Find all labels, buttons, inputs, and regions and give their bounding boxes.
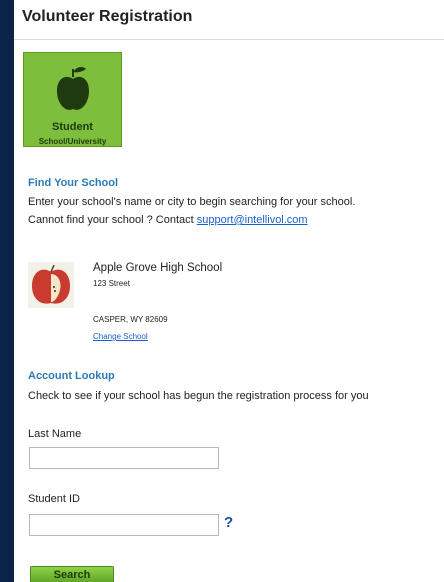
student-id-label: Student ID [28,493,80,505]
student-role-tile[interactable]: Student School/University [23,52,122,147]
apple-icon [57,67,89,110]
help-icon[interactable]: ? [224,514,233,531]
role-subtitle: School/University [38,137,107,146]
find-school-instructions: Enter your school's name or city to begi… [28,196,356,208]
registration-panel: Volunteer Registration Student School/Un… [14,0,444,582]
page-title: Volunteer Registration [14,0,444,40]
support-contact-line: Cannot find your school ? Contact suppor… [28,214,308,226]
last-name-input[interactable] [29,447,219,469]
student-id-input[interactable] [29,514,219,536]
role-title: Student [52,121,93,133]
account-lookup-description: Check to see if your school has begun th… [28,390,369,402]
school-city-state-zip: CASPER, WY 82609 [93,315,168,324]
support-contact-prefix: Cannot find your school ? Contact [28,214,197,226]
support-email-link[interactable]: support@intellivol.com [197,214,308,226]
school-name: Apple Grove High School [93,262,223,274]
find-school-heading: Find Your School [28,177,119,189]
school-logo-image [28,262,74,308]
last-name-label: Last Name [28,428,82,440]
change-school-link[interactable]: Change School [93,332,148,341]
school-street: 123 Street [93,279,130,288]
search-button[interactable]: Search [30,566,114,582]
account-lookup-heading: Account Lookup [28,370,115,382]
